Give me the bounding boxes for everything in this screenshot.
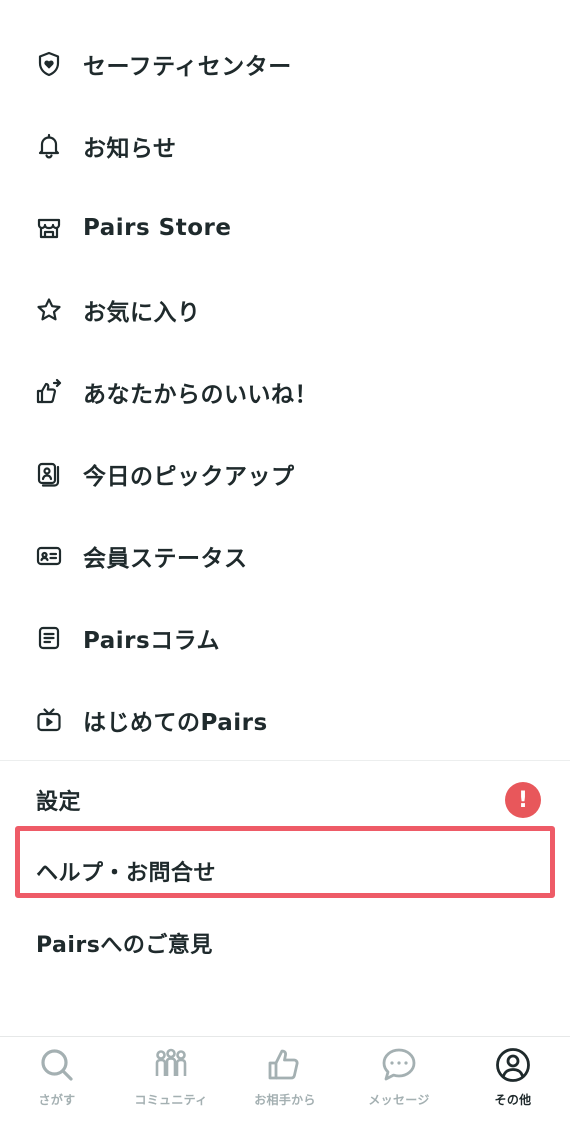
menu-item-pairs-column[interactable]: Pairsコラム [0,597,570,679]
menu-item-label: はじめてのPairs [83,710,268,736]
menu-item-notifications[interactable]: お知らせ [0,105,570,187]
menu-item-label: 今日のピックアップ [83,464,295,490]
tab-other[interactable]: その他 [456,1045,570,1125]
menu-item-favorites[interactable]: お気に入り [0,269,570,351]
tab-label: お相手から [254,1093,316,1107]
member-card-icon [35,542,63,570]
tab-label: メッセージ [368,1093,430,1107]
tab-messages[interactable]: メッセージ [342,1045,456,1125]
article-icon [35,624,63,652]
profile-icon [493,1045,533,1085]
store-icon [35,214,63,242]
message-icon [379,1045,419,1085]
menu-item-pairs-store[interactable]: Pairs Store [0,187,570,269]
bell-icon [35,132,63,160]
tab-from-partner[interactable]: お相手から [228,1045,342,1125]
menu-item-first-pairs[interactable]: はじめてのPairs [0,679,570,761]
feedback-label: Pairsへのご意見 [36,933,213,958]
menu-item-label: Pairsコラム [83,628,220,654]
tab-label: その他 [494,1093,532,1107]
thumbs-up-send-icon [35,378,63,406]
menu-item-label: あなたからのいいね！ [83,382,318,408]
menu-item-todays-pickup[interactable]: 今日のピックアップ [0,433,570,515]
menu-item-label: お知らせ [83,136,177,162]
bottom-tab-bar: さがす コミュニティ お相手から メッセージ その他 [0,1036,570,1130]
settings-label: 設定 [36,790,82,815]
feedback-row[interactable]: Pairsへのご意見 [0,907,570,979]
help-contact-label: ヘルプ・お問合せ [36,861,217,886]
menu-item-safety-center[interactable]: セーフティセンター [0,23,570,105]
tab-label: さがす [38,1093,76,1107]
menu-item-your-likes[interactable]: あなたからのいいね！ [0,351,570,433]
menu-item-label: セーフティセンター [83,54,292,80]
tab-community[interactable]: コミュニティ [114,1045,228,1125]
alert-badge-icon: ! [505,782,541,818]
tab-search[interactable]: さがす [0,1045,114,1125]
menu-item-member-status[interactable]: 会員ステータス [0,515,570,597]
settings-row[interactable]: 設定 [0,764,570,836]
menu-item-label: お気に入り [83,300,201,326]
tv-play-icon [35,706,63,734]
community-icon [151,1045,191,1085]
help-contact-row[interactable]: ヘルプ・お問合せ [0,835,570,907]
search-icon [37,1045,77,1085]
star-icon [35,296,63,324]
menu-item-label: Pairs Store [83,215,232,241]
thumbs-up-icon [265,1045,305,1085]
shield-heart-icon [35,50,63,78]
tab-label: コミュニティ [134,1093,208,1107]
menu-item-label: 会員ステータス [83,546,248,572]
pickup-card-icon [35,460,63,488]
section-divider [0,760,570,761]
